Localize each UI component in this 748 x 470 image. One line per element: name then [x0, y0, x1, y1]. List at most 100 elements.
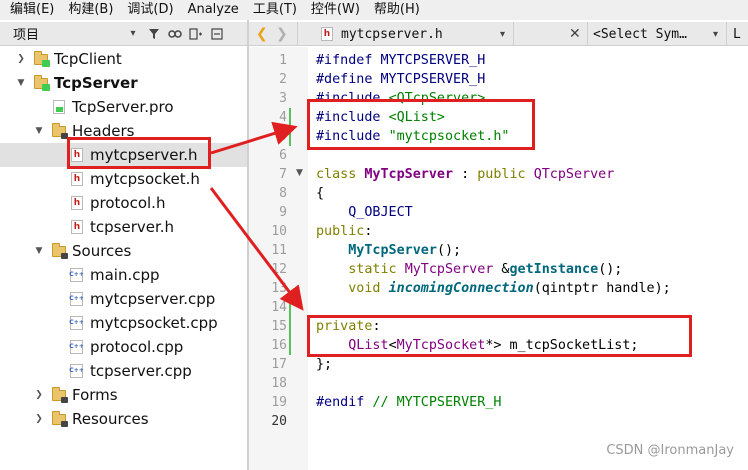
file-tab[interactable]: h mytcpserver.h [321, 22, 443, 46]
line-number: 19 [271, 395, 287, 410]
code-token: class [316, 167, 365, 182]
line-number: 18 [271, 376, 287, 391]
tree-item-tcpserver-cpp[interactable]: C++ tcpserver.cpp [0, 359, 247, 383]
code-line: MyTcpServer(); [316, 241, 461, 260]
header-file-icon: h [71, 220, 85, 234]
project-folder-icon [34, 51, 50, 67]
tree-item-main-cpp[interactable]: C++ main.cpp [0, 263, 247, 287]
line-number: 11 [271, 243, 287, 258]
code-line: }; [316, 355, 332, 374]
code-token: static [348, 262, 405, 277]
editor-toolbar: ❮ ❯ h mytcpserver.h ▾ ✕ <Select Sym… ▾ L [249, 22, 748, 46]
line-number: 10 [271, 224, 287, 239]
menu-analyze[interactable]: Analyze [181, 0, 246, 20]
tree-item-mytcpserver-cpp[interactable]: C++ mytcpserver.cpp [0, 287, 247, 311]
code-token: public [316, 224, 365, 239]
cpp-file-icon: C++ [69, 292, 84, 306]
menu-help[interactable]: 帮助(H) [367, 0, 427, 20]
annotation-box-tree [67, 137, 211, 169]
tree-item-tcpclient[interactable]: ❯ TcpClient [0, 47, 247, 71]
collapse-arrow-icon[interactable]: ▼ [16, 78, 26, 88]
tree-item-pro-file[interactable]: TcpServer.pro [0, 95, 247, 119]
code-token: MyTcpServer [404, 262, 494, 277]
header-file-icon: h [321, 27, 333, 41]
line-number: 5 [279, 129, 287, 144]
line-number: 15 [271, 319, 287, 334]
tree-item-mytcpsocket-cpp[interactable]: C++ mytcpsocket.cpp [0, 311, 247, 335]
expand-arrow-icon[interactable]: ❯ [34, 414, 44, 424]
code-token: QTcpServer [533, 167, 615, 182]
code-line: #ifndef MYTCPSERVER_H [316, 51, 485, 70]
line-number: 17 [271, 357, 287, 372]
folder-icon [52, 387, 68, 403]
tree-item-protocol-cpp[interactable]: C++ protocol.cpp [0, 335, 247, 359]
code-line: #endif // MYTCPSERVER_H [316, 393, 501, 412]
filter-icon[interactable] [146, 26, 162, 42]
panel-title: 项目 [13, 28, 40, 43]
file-name: mytcpserver.h [341, 26, 443, 42]
annotation-box-private-member [307, 315, 692, 357]
close-document-icon[interactable]: ✕ [569, 22, 581, 46]
tree-item-label: TcpServer [54, 74, 138, 92]
collapse-arrow-icon[interactable]: ▼ [34, 126, 44, 136]
line-number: 16 [271, 338, 287, 353]
forward-arrow-icon[interactable]: ❯ [276, 22, 288, 46]
tree-item-mytcpsocket-h[interactable]: h mytcpsocket.h [0, 167, 247, 191]
tree-item-label: Forms [72, 386, 118, 404]
close-panel-icon[interactable] [209, 26, 225, 42]
code-line: void incomingConnection(qintptr handle); [316, 279, 671, 298]
menu-tools[interactable]: 工具(T) [246, 0, 304, 20]
line-number: 9 [279, 205, 287, 220]
tree-item-resources[interactable]: ❯ Resources [0, 407, 247, 431]
code-line: { [316, 184, 324, 203]
tree-item-sources[interactable]: ▼ Sources [0, 239, 247, 263]
code-token: public [477, 167, 534, 182]
line-column-indicator[interactable]: L [733, 22, 741, 46]
menu-build[interactable]: 构建(B) [61, 0, 120, 20]
symbol-selector[interactable]: <Select Sym… [593, 22, 687, 46]
folder-icon [52, 123, 68, 139]
cpp-file-icon: C++ [69, 364, 84, 378]
sync-link-icon[interactable] [167, 26, 183, 42]
collapse-arrow-icon[interactable]: ▼ [34, 246, 44, 256]
tree-item-label: Sources [72, 242, 132, 260]
toolbar-separator [587, 22, 588, 46]
change-marker [289, 298, 291, 355]
line-number: 20 [271, 414, 287, 429]
code-token: (); [598, 262, 623, 277]
code-token: : [364, 224, 373, 239]
menu-widgets[interactable]: 控件(W) [304, 0, 367, 20]
code-line: Q_OBJECT [316, 203, 413, 222]
line-number: 8 [279, 186, 287, 201]
tree-item-protocol-h[interactable]: h protocol.h [0, 191, 247, 215]
line-number: 13 [271, 281, 287, 296]
menu-debug[interactable]: 调试(D) [120, 0, 180, 20]
toolbar-separator [513, 22, 514, 46]
file-dropdown-arrow-icon[interactable]: ▾ [500, 22, 505, 46]
symbol-dropdown-arrow-icon[interactable]: ▾ [713, 22, 718, 46]
code-line: #define MYTCPSERVER_H [316, 70, 485, 89]
code-token: MYTCPSERVER_H [380, 53, 486, 68]
code-token: { [316, 186, 325, 201]
expand-arrow-icon[interactable]: ❯ [34, 390, 44, 400]
code-token: (qintptr handle); [533, 281, 671, 296]
back-arrow-icon[interactable]: ❮ [256, 22, 268, 46]
view-combo-arrow-icon[interactable]: ▾ [125, 28, 141, 39]
fold-arrow-icon[interactable]: ▼ [296, 168, 303, 178]
watermark: CSDN @IronmanJay [606, 443, 734, 458]
code-token: void [348, 281, 389, 296]
line-number: 6 [279, 148, 287, 163]
line-number: 2 [279, 72, 287, 87]
tree-item-tcpserver[interactable]: ▼ TcpServer [0, 71, 247, 95]
tree-item-tcpserver-h[interactable]: h tcpserver.h [0, 215, 247, 239]
expand-arrow-icon[interactable]: ❯ [16, 54, 26, 64]
menu-edit[interactable]: 编辑(E) [0, 0, 61, 20]
header-file-icon: h [71, 172, 85, 186]
code-line: public: [316, 222, 372, 241]
fold-column [289, 47, 308, 470]
split-icon[interactable] [188, 26, 204, 42]
tree-item-label: TcpServer.pro [72, 98, 174, 116]
menu-bar: 编辑(E) 构建(B) 调试(D) Analyze 工具(T) 控件(W) 帮助… [0, 0, 748, 20]
tree-item-forms[interactable]: ❯ Forms [0, 383, 247, 407]
